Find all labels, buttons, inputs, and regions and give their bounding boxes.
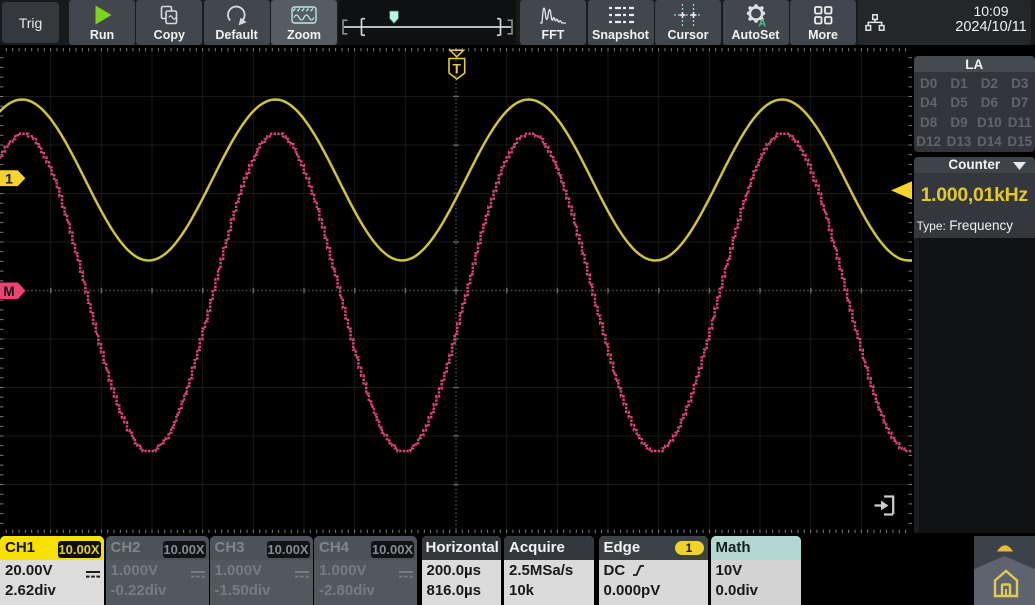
svg-text:A: A — [758, 17, 766, 28]
svg-text:1: 1 — [5, 170, 13, 186]
svg-text:M: M — [3, 284, 14, 299]
svg-text:T: T — [453, 62, 462, 77]
